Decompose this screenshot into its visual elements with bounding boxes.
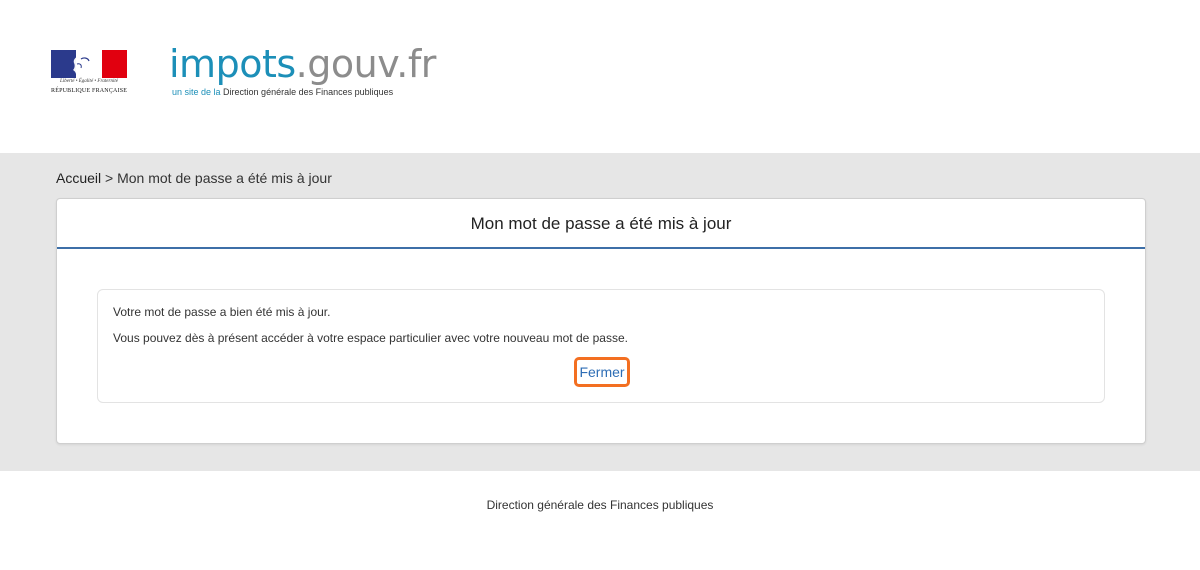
republic-label: RÉPUBLIQUE FRANÇAISE <box>51 88 128 94</box>
brand-name-gouv: .gouv <box>295 42 397 86</box>
brand-name-impots: impots <box>169 42 296 86</box>
confirmation-message: Votre mot de passe a bien été mis à jour… <box>113 305 331 319</box>
marianne-logo[interactable]: Liberté • Égalité • Fraternité RÉPUBLIQU… <box>51 50 127 96</box>
republic-motto: Liberté • Égalité • Fraternité <box>60 79 118 84</box>
message-box: Votre mot de passe a bien été mis à jour… <box>97 289 1105 403</box>
french-flag <box>51 50 127 78</box>
panel-title: Mon mot de passe a été mis à jour <box>57 199 1145 249</box>
content-band: Accueil > Mon mot de passe a été mis à j… <box>0 153 1200 471</box>
footer-text: Direction générale des Finances publique… <box>486 498 714 512</box>
breadcrumb-home-link[interactable]: Accueil <box>56 170 101 186</box>
close-button[interactable]: Fermer <box>574 357 630 387</box>
marianne-profile-icon <box>73 53 95 78</box>
site-header: Liberté • Égalité • Fraternité RÉPUBLIQU… <box>0 0 1200 153</box>
brand-subtitle-main: Direction générale des Finances publique… <box>220 87 394 97</box>
confirmation-panel: Mon mot de passe a été mis à jour Votre … <box>56 198 1146 444</box>
breadcrumb-current: Mon mot de passe a été mis à jour <box>117 170 332 186</box>
access-message: Vous pouvez dès à présent accéder à votr… <box>113 331 628 345</box>
brand-name: impots.gouv.fr <box>169 40 436 88</box>
brand-name-fr: .fr <box>396 42 436 86</box>
breadcrumb: Accueil > Mon mot de passe a été mis à j… <box>56 170 332 186</box>
brand-subtitle-prefix: un site de la <box>172 87 221 97</box>
impots-gouv-logo[interactable]: impots.gouv.fr un site de la Direction g… <box>169 40 436 98</box>
breadcrumb-separator: > <box>101 170 118 186</box>
